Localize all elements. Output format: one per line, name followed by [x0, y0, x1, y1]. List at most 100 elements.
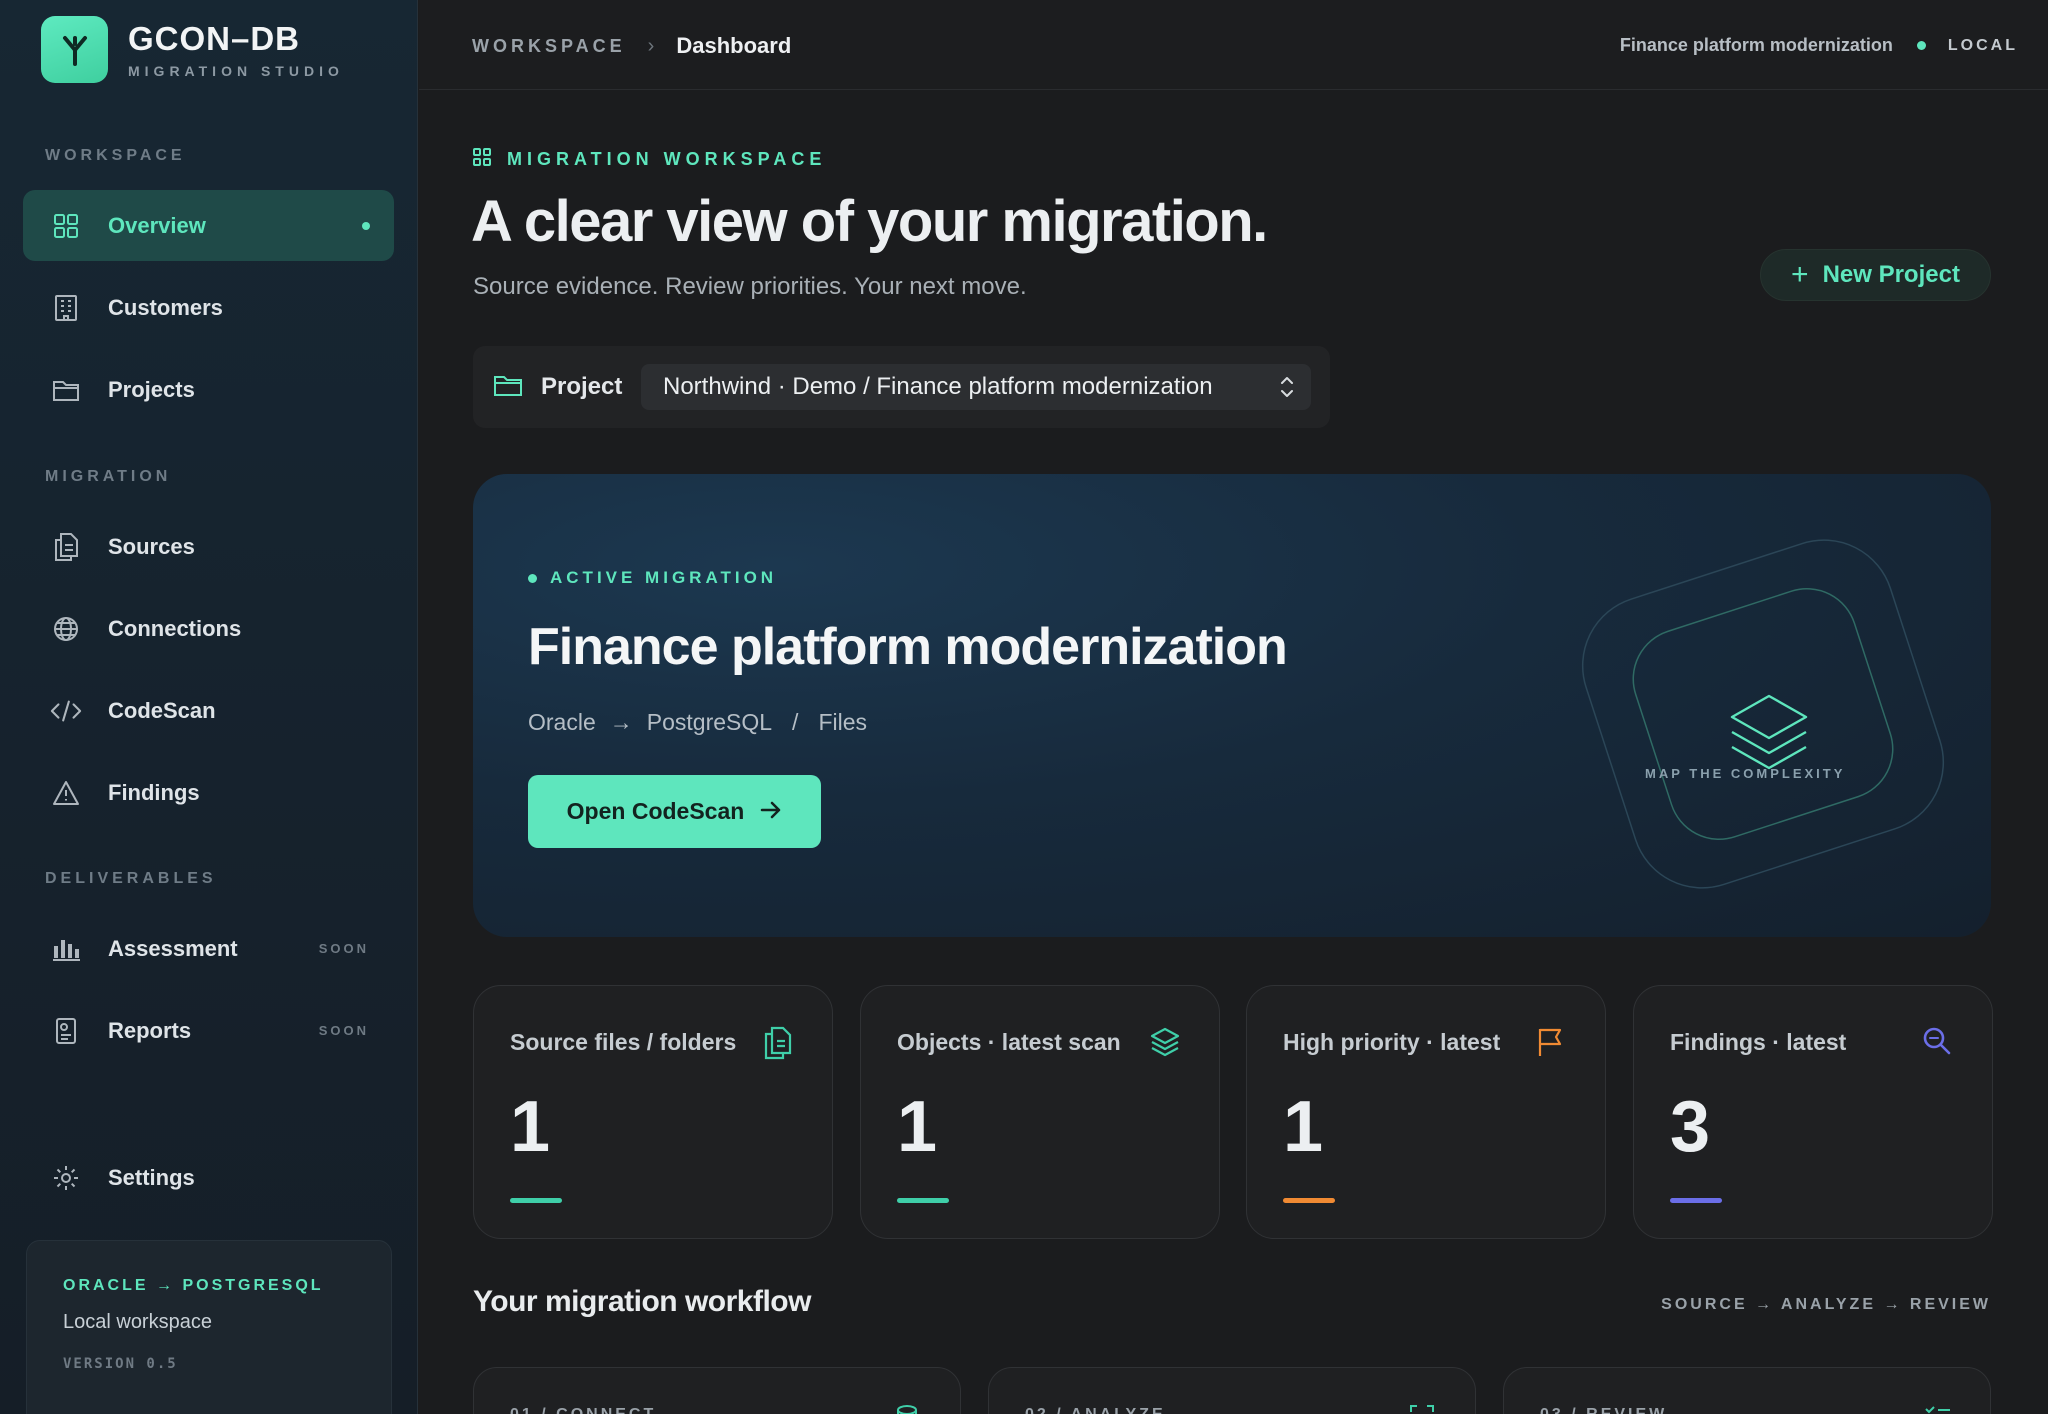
layers-icon [1149, 1026, 1181, 1058]
stat-value: 1 [897, 1087, 938, 1167]
migration-pair: ORACLE → POSTGRESQL [63, 1277, 324, 1294]
active-migration-card: ACTIVE MIGRATION Finance platform modern… [473, 474, 1991, 937]
sidebar-item-label: Sources [108, 533, 195, 559]
breadcrumb-current: Dashboard [676, 33, 792, 58]
sidebar-item-label: Findings [108, 779, 200, 805]
sidebar-item-reports[interactable]: Reports SOON [23, 995, 394, 1066]
topbar: WORKSPACE › Dashboard Finance platform m… [419, 0, 2048, 90]
version-label: VERSION 0.5 [63, 1356, 178, 1372]
open-codescan-button[interactable]: Open CodeScan [528, 775, 821, 848]
warning-icon [50, 777, 82, 809]
sidebar-item-settings[interactable]: Settings [23, 1142, 394, 1213]
stat-accent-bar [897, 1198, 949, 1203]
workflow-card-review[interactable]: 03 / REVIEW [1503, 1367, 1991, 1414]
sidebar-item-overview[interactable]: Overview [23, 190, 394, 261]
sidebar-item-label: Reports [108, 1017, 192, 1043]
workspace-type: Local workspace [63, 1311, 212, 1333]
section-label-deliverables: DELIVERABLES [45, 870, 217, 887]
stat-label: Source files / folders [510, 1029, 737, 1055]
decoration-caption: MAP THE COMPLEXITY [1645, 766, 1846, 781]
workflow-card-analyze[interactable]: 02 / ANALYZE [988, 1367, 1476, 1414]
brand-logo-icon [41, 16, 108, 83]
workflow-card-label: 03 / REVIEW [1540, 1406, 1667, 1414]
report-icon [50, 1015, 82, 1047]
stat-label: High priority · latest [1283, 1029, 1501, 1055]
stat-value: 1 [510, 1087, 551, 1167]
new-project-button[interactable]: + New Project [1760, 249, 1991, 301]
files-icon [50, 531, 82, 563]
source-db: Oracle [528, 709, 596, 735]
status-dot [528, 573, 537, 583]
eyebrow: MIGRATION WORKSPACE [473, 148, 826, 171]
migration-title: Finance platform modernization [528, 618, 1288, 676]
stat-card-high-priority[interactable]: High priority · latest 1 [1246, 985, 1606, 1239]
sidebar-item-label: Connections [108, 615, 242, 641]
status-dot [1916, 41, 1926, 50]
flag-icon [1535, 1026, 1567, 1058]
database-icon [894, 1404, 920, 1414]
sidebar-item-sources[interactable]: Sources [23, 511, 394, 582]
path-separator: / [792, 709, 799, 735]
stat-accent-bar [510, 1198, 562, 1203]
active-indicator [362, 221, 370, 230]
project-select[interactable]: Northwind · Demo / Finance platform mode… [641, 364, 1311, 410]
stat-label: Findings · latest [1670, 1029, 1847, 1055]
brand[interactable]: GCON–DB MIGRATION STUDIO [41, 16, 344, 83]
stat-accent-bar [1283, 1198, 1335, 1203]
sidebar-item-connections[interactable]: Connections [23, 593, 394, 664]
eyebrow-label: MIGRATION WORKSPACE [507, 149, 827, 169]
workflow-card-connect[interactable]: 01 / CONNECT [473, 1367, 961, 1414]
sidebar-item-codescan[interactable]: CodeScan [23, 675, 394, 746]
plus-icon: + [1791, 258, 1809, 291]
stat-card-findings[interactable]: Findings · latest 3 [1633, 985, 1993, 1239]
project-status: Finance platform modernization LOCAL [1620, 35, 2018, 56]
bar-chart-icon [50, 933, 82, 965]
sidebar-item-label: CodeScan [108, 697, 216, 723]
arrow-right-icon: → [609, 709, 633, 735]
stat-card-source-files[interactable]: Source files / folders 1 [473, 985, 833, 1239]
workflow-title: Your migration workflow [473, 1285, 811, 1318]
soon-badge: SOON [318, 941, 369, 956]
sidebar-item-findings[interactable]: Findings [23, 757, 394, 828]
sidebar-item-label: Overview [108, 212, 206, 238]
chevron-right-icon: › [647, 34, 655, 57]
breadcrumb: WORKSPACE › Dashboard [472, 33, 791, 59]
open-codescan-label: Open CodeScan [566, 798, 745, 824]
project-label: Project [541, 373, 623, 400]
soon-badge: SOON [318, 1023, 369, 1038]
sidebar-item-projects[interactable]: Projects [23, 354, 394, 425]
sidebar-item-customers[interactable]: Customers [23, 272, 394, 343]
workflow-card-label: 02 / ANALYZE [1025, 1406, 1166, 1414]
sidebar-item-label: Customers [108, 294, 223, 320]
brand-subtitle: MIGRATION STUDIO [128, 62, 344, 79]
current-project-name: Finance platform modernization [1619, 35, 1893, 55]
migration-path: Oracle → PostgreSQL / Files [528, 709, 881, 736]
building-icon [50, 292, 82, 324]
complexity-decoration [1581, 539, 1945, 889]
project-select-value: Northwind · Demo / Finance platform mode… [663, 373, 1213, 400]
gear-icon [50, 1162, 82, 1194]
sidebar-item-label: Projects [108, 376, 195, 402]
grid-icon [50, 210, 82, 242]
stat-accent-bar [1670, 1198, 1722, 1203]
page-subtitle: Source evidence. Review priorities. Your… [473, 273, 1027, 300]
sidebar-item-label: Settings [108, 1164, 195, 1190]
mode-badge: LOCAL [1947, 36, 2018, 54]
breadcrumb-root[interactable]: WORKSPACE [472, 36, 626, 57]
code-icon [50, 695, 82, 727]
sidebar: GCON–DB MIGRATION STUDIO WORKSPACE Overv… [0, 0, 418, 1414]
active-migration-tag: ACTIVE MIGRATION [528, 568, 777, 588]
page-title: A clear view of your migration. [471, 189, 1268, 254]
checklist-icon [1924, 1404, 1950, 1414]
stat-card-objects[interactable]: Objects · latest scan 1 [860, 985, 1220, 1239]
files-icon [762, 1026, 794, 1060]
stat-value: 1 [1283, 1087, 1324, 1167]
sidebar-item-assessment[interactable]: Assessment SOON [23, 913, 394, 984]
target-db: PostgreSQL [646, 709, 773, 735]
folder-icon [493, 373, 523, 402]
new-project-label: New Project [1822, 261, 1960, 288]
globe-icon [50, 613, 82, 645]
folder-icon [50, 374, 82, 406]
extra-source: Files [818, 709, 867, 735]
grid-icon [473, 148, 491, 171]
